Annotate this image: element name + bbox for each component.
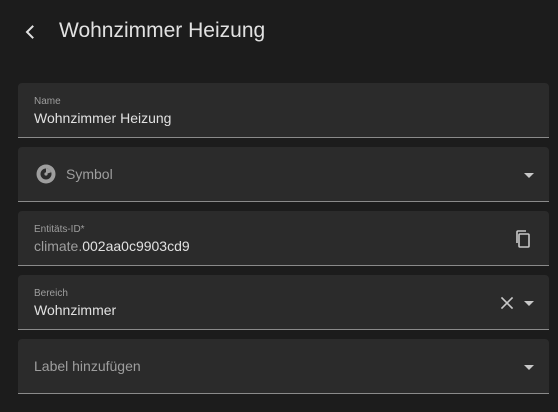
- entity-settings-page: Wohnzimmer Heizung Name Wohnzimmer Heizu…: [0, 0, 558, 412]
- clear-icon[interactable]: [499, 295, 515, 311]
- name-field-value[interactable]: Wohnzimmer Heizung: [34, 109, 171, 127]
- symbol-placeholder: Symbol: [66, 166, 113, 182]
- thermostat-dial-icon: [36, 164, 56, 184]
- entity-id-field[interactable]: Entitäts-ID* climate.002aa0c9903cd9: [18, 211, 549, 266]
- entity-id-domain-prefix: climate.: [34, 238, 83, 254]
- copy-icon[interactable]: [513, 229, 533, 249]
- dropdown-arrow-icon[interactable]: [523, 297, 535, 309]
- symbol-picker[interactable]: Symbol: [18, 147, 549, 202]
- dropdown-arrow-icon[interactable]: [523, 169, 535, 181]
- area-picker-value[interactable]: Wohnzimmer: [34, 301, 116, 319]
- entity-id-object-id: 002aa0c9903cd9: [82, 238, 190, 254]
- name-field-label: Name: [34, 96, 61, 107]
- label-picker[interactable]: Label hinzufügen: [18, 339, 549, 394]
- dropdown-arrow-icon[interactable]: [523, 361, 535, 373]
- area-picker-label: Bereich: [34, 288, 68, 299]
- back-button[interactable]: [14, 16, 46, 48]
- area-picker[interactable]: Bereich Wohnzimmer: [18, 275, 549, 330]
- label-placeholder: Label hinzufügen: [34, 358, 141, 374]
- entity-id-label: Entitäts-ID*: [34, 224, 85, 235]
- chevron-left-icon: [25, 25, 34, 39]
- entity-form: Name Wohnzimmer Heizung Symbol Entitäts-…: [0, 64, 558, 412]
- top-app-bar: Wohnzimmer Heizung: [0, 0, 558, 64]
- entity-id-value[interactable]: climate.002aa0c9903cd9: [34, 237, 190, 255]
- page-title: Wohnzimmer Heizung: [59, 19, 266, 42]
- name-field[interactable]: Name Wohnzimmer Heizung: [18, 83, 549, 138]
